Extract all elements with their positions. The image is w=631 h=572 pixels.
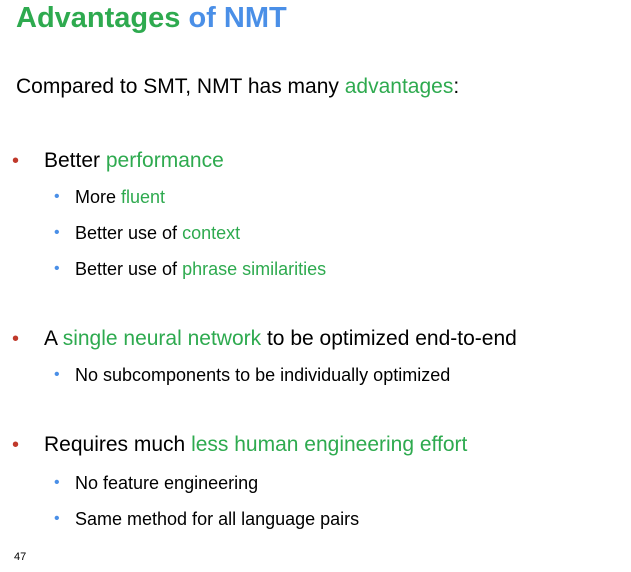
- sub-bullet-plain: Better use of: [75, 259, 183, 279]
- intro-after: :: [453, 75, 460, 98]
- sub-bullet-text: Same method for all language pairs: [75, 506, 359, 532]
- sub-bullet-plain: No feature engineering: [75, 473, 259, 493]
- title-part-2: of NMT: [188, 2, 287, 34]
- bullet-text-highlight: less human engineering effort: [191, 433, 468, 456]
- sub-bullet-text: No feature engineering: [75, 470, 258, 496]
- sub-bullet-highlight: context: [182, 223, 241, 243]
- bullet-text-plain: Better: [44, 149, 106, 172]
- sub-bullet-plain: Better use of: [75, 223, 183, 243]
- sub-bullet-text: Better use of phrase similarities: [75, 256, 326, 282]
- bullet-text-plain: A: [44, 327, 63, 350]
- sub-bullet-dot: •: [54, 188, 60, 205]
- sub-bullet-plain: No subcomponents to be individually opti…: [75, 365, 451, 385]
- intro-text: Compared to SMT, NMT has many: [16, 75, 345, 98]
- sub-bullet-dot: •: [54, 366, 60, 383]
- sub-bullet-dot: •: [54, 260, 60, 277]
- intro-line: Compared to SMT, NMT has many advantages…: [16, 72, 459, 102]
- sub-bullet-highlight: fluent: [121, 187, 166, 207]
- sub-bullet-text: No subcomponents to be individually opti…: [75, 362, 450, 388]
- bullet-text-highlight: single neural network: [62, 327, 262, 350]
- bullet-dot: •: [12, 150, 20, 172]
- slide-title: Advantages of NMT: [16, 0, 287, 36]
- title-part-1: Advantages: [16, 2, 181, 34]
- bullet-text: Requires much less human engineering eff…: [44, 430, 467, 460]
- bullet-text-highlight: performance: [105, 149, 224, 172]
- slide: Advantages of NMT Compared to SMT, NMT h…: [0, 0, 631, 572]
- bullet-dot: •: [12, 328, 20, 350]
- sub-bullet-text: Better use of context: [75, 220, 240, 246]
- bullet-text-plain: Requires much: [44, 433, 192, 456]
- bullet-dot: •: [12, 434, 20, 456]
- sub-bullet-highlight: phrase similarities: [182, 259, 327, 279]
- bullet-text: A single neural network to be optimized …: [44, 324, 517, 354]
- bullet-text-after: to be optimized end-to-end: [261, 327, 517, 350]
- sub-bullet-plain: Same method for all language pairs: [75, 509, 360, 529]
- sub-bullet-dot: •: [54, 474, 60, 491]
- sub-bullet-plain: More: [75, 187, 122, 207]
- sub-bullet-dot: •: [54, 510, 60, 527]
- sub-bullet-dot: •: [54, 224, 60, 241]
- page-number: 47: [14, 551, 27, 563]
- sub-bullet-text: More fluent: [75, 184, 165, 210]
- bullet-text: Better performance: [44, 146, 224, 176]
- intro-highlight: advantages: [344, 75, 454, 98]
